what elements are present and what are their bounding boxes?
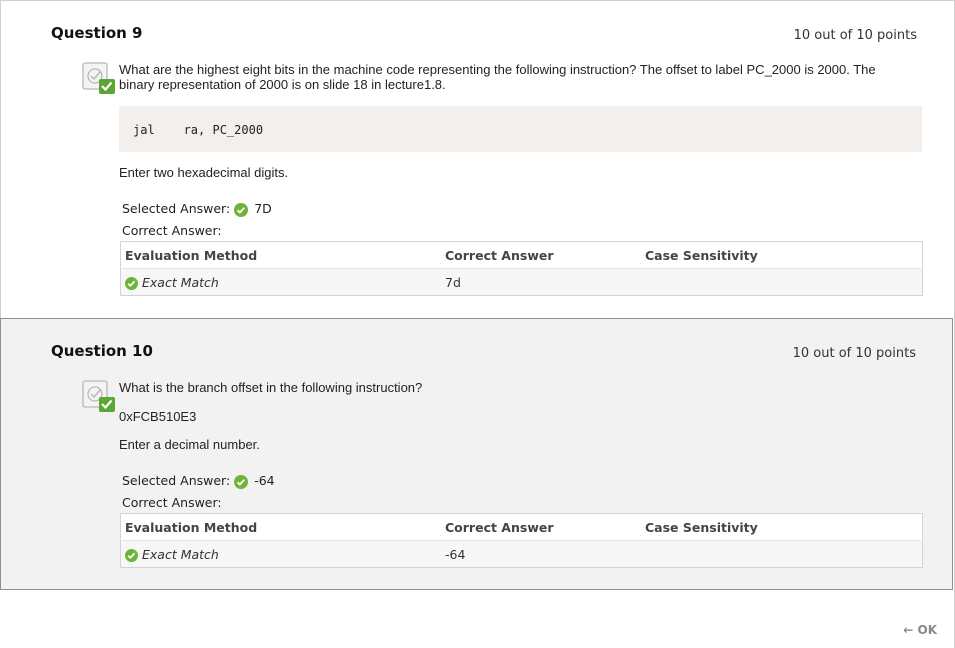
green-check-icon: [125, 548, 138, 562]
correct-answer-label: Correct Answer:: [122, 223, 222, 238]
question-instruction: Enter two hexadecimal digits.: [119, 165, 289, 180]
eval-method-value: Exact Match: [142, 274, 219, 290]
correct-answer-table: Evaluation Method Correct Answer Case Se…: [120, 513, 923, 568]
table-row: Exact Match -64: [120, 540, 923, 568]
correct-status-icon: [82, 380, 115, 412]
instruction-code: 0xFCB510E3: [119, 409, 197, 424]
question-points: 10 out of 10 points: [793, 28, 917, 43]
col-case-sensitivity: Case Sensitivity: [641, 241, 923, 269]
question-instruction: Enter a decimal number.: [119, 437, 260, 452]
question-text: What is the branch offset in the followi…: [119, 380, 423, 395]
correct-value-cell: 7d: [441, 268, 641, 296]
col-correct-answer: Correct Answer: [441, 513, 641, 541]
green-check-icon: [234, 202, 249, 217]
green-check-icon: [125, 276, 138, 290]
selected-answer-label: Selected Answer:: [122, 473, 231, 488]
eval-method-value: Exact Match: [142, 546, 219, 562]
table-header-row: Evaluation Method Correct Answer Case Se…: [120, 241, 923, 269]
selected-answer-value: -64: [254, 473, 275, 488]
col-evaluation-method: Evaluation Method: [120, 241, 441, 269]
case-sensitivity-cell: [641, 268, 923, 296]
correct-answer-label: Correct Answer:: [122, 495, 222, 510]
question-points: 10 out of 10 points: [792, 346, 916, 361]
correct-value-cell: -64: [441, 540, 641, 568]
question-9-card: Question 9 10 out of 10 points What are …: [0, 1, 953, 318]
selected-answer-row: Selected Answer: -64: [122, 473, 275, 489]
col-correct-answer: Correct Answer: [441, 241, 641, 269]
eval-method-cell: Exact Match: [120, 268, 441, 296]
question-title: Question 9: [51, 24, 143, 42]
col-case-sensitivity: Case Sensitivity: [641, 513, 923, 541]
case-sensitivity-cell: [641, 540, 923, 568]
selected-answer-value: 7D: [254, 201, 272, 216]
question-10-card: Question 10 10 out of 10 points What is …: [0, 318, 953, 590]
green-check-icon: [234, 474, 249, 489]
question-text: What are the highest eight bits in the m…: [119, 62, 876, 92]
correct-answer-table: Evaluation Method Correct Answer Case Se…: [120, 241, 923, 296]
question-title: Question 10: [51, 342, 153, 360]
col-evaluation-method: Evaluation Method: [120, 513, 441, 541]
eval-method-cell: Exact Match: [120, 540, 441, 568]
selected-answer-label: Selected Answer:: [122, 201, 231, 216]
selected-answer-row: Selected Answer: 7D: [122, 201, 272, 217]
code-snippet: jal ra, PC_2000: [119, 106, 922, 152]
table-row: Exact Match 7d: [120, 268, 923, 296]
correct-status-icon: [82, 62, 115, 94]
ok-button[interactable]: ← OK: [903, 623, 937, 637]
table-header-row: Evaluation Method Correct Answer Case Se…: [120, 513, 923, 541]
